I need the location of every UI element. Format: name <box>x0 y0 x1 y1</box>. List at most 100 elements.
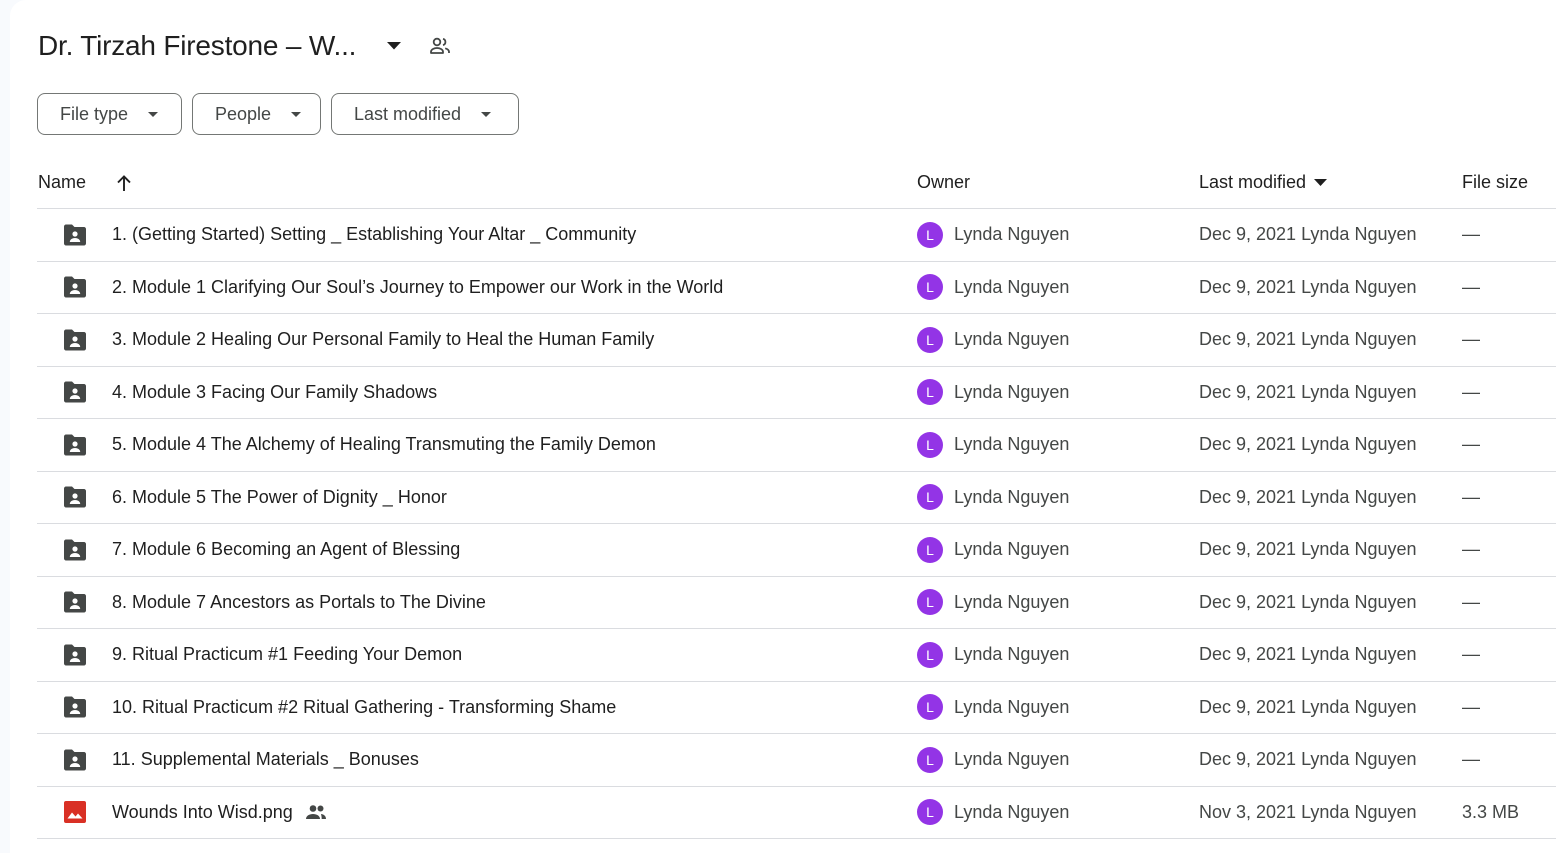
file-size-column-header: File size <box>1462 172 1528 193</box>
owner-name: Lynda Nguyen <box>954 381 1070 402</box>
shared-folder-icon <box>64 381 86 403</box>
file-icon-cell <box>61 472 89 524</box>
caret-down-icon <box>148 111 159 117</box>
shared-folder-icon <box>64 224 86 246</box>
owner-cell: L Lynda Nguyen <box>917 262 1069 314</box>
last-modified-column-label: Last modified <box>1199 172 1307 192</box>
owner-name: Lynda Nguyen <box>954 801 1070 822</box>
people-filter[interactable]: People <box>192 93 321 135</box>
table-body: 1. (Getting Started) Setting _ Establish… <box>37 209 1556 839</box>
file-name-cell[interactable]: 2. Module 1 Clarifying Our Soul’s Journe… <box>112 262 723 314</box>
file-name: 10. Ritual Practicum #2 Ritual Gathering… <box>112 696 617 717</box>
owner-name: Lynda Nguyen <box>954 591 1070 612</box>
caret-down-icon <box>291 111 302 117</box>
main-panel: Dr. Tirzah Firestone – W... File type Pe… <box>10 0 1556 853</box>
folder-menu-button[interactable] <box>378 30 410 62</box>
page-title[interactable]: Dr. Tirzah Firestone – W... <box>38 30 356 62</box>
table-row[interactable]: 3. Module 2 Healing Our Personal Family … <box>37 314 1556 367</box>
arrow-up-icon[interactable] <box>116 174 132 192</box>
file-name-cell[interactable]: 1. (Getting Started) Setting _ Establish… <box>112 209 636 261</box>
caret-down-icon <box>481 111 492 117</box>
table-row[interactable]: 4. Module 3 Facing Our Family Shadows L Ly… <box>37 367 1556 419</box>
file-size-cell: 3.3 MB <box>1462 801 1520 822</box>
file-icon-cell <box>61 734 89 786</box>
avatar: L <box>917 536 943 563</box>
file-name: 8. Module 7 Ancestors as Portals to The … <box>112 591 486 612</box>
table-row[interactable]: 2. Module 1 Clarifying Our Soul’s Journe… <box>37 262 1556 314</box>
file-size-cell: — <box>1462 224 1480 245</box>
owner-name: Lynda Nguyen <box>954 486 1070 507</box>
name-column-header[interactable]: Name <box>38 172 132 193</box>
last-modified-cell: Dec 9, 2021 Lynda Nguyen <box>1199 224 1417 245</box>
table-row[interactable]: 1. (Getting Started) Setting _ Establish… <box>37 209 1556 262</box>
last-modified-filter[interactable]: Last modified <box>331 93 519 135</box>
owner-name: Lynda Nguyen <box>954 434 1070 455</box>
file-name-cell[interactable]: 7. Module 6 Becoming an Agent of Blessin… <box>112 524 460 576</box>
file-size-cell: — <box>1462 749 1480 770</box>
avatar: L <box>917 746 943 773</box>
avatar: L <box>917 694 943 721</box>
last-modified-cell: Dec 9, 2021 Lynda Nguyen <box>1199 381 1417 402</box>
file-icon-cell <box>61 524 89 576</box>
last-modified-cell: Dec 9, 2021 Lynda Nguyen <box>1199 276 1417 297</box>
file-size-column-label: File size <box>1462 172 1529 192</box>
image-file-icon <box>64 801 86 824</box>
last-modified-cell: Dec 9, 2021 Lynda Nguyen <box>1199 539 1417 560</box>
table-row[interactable]: 10. Ritual Practicum #2 Ritual Gathering… <box>37 682 1556 734</box>
last-modified-cell: Dec 9, 2021 Lynda Nguyen <box>1199 749 1417 770</box>
file-size-cell: — <box>1462 591 1480 612</box>
table-row[interactable]: 7. Module 6 Becoming an Agent of Blessin… <box>37 524 1556 577</box>
table-row[interactable]: 11. Supplemental Materials _ Bonuses L Lyn… <box>37 734 1556 787</box>
file-name: 11. Supplemental Materials _ Bonuses <box>112 749 419 770</box>
last-modified-cell: Dec 9, 2021 Lynda Nguyen <box>1199 329 1417 350</box>
table-row[interactable]: Wounds Into Wisd.png L Lynda Nguyen Nov 3,… <box>37 787 1556 839</box>
file-name-cell[interactable]: 4. Module 3 Facing Our Family Shadows <box>112 367 437 419</box>
shared-folder-icon <box>64 329 86 351</box>
file-size-cell: — <box>1462 381 1480 402</box>
owner-cell: L Lynda Nguyen <box>917 524 1069 576</box>
file-name-cell[interactable]: 9. Ritual Practicum #1 Feeding Your Demo… <box>112 629 462 681</box>
file-size-cell: — <box>1462 276 1480 297</box>
file-name-cell[interactable]: Wounds Into Wisd.png <box>112 787 327 839</box>
file-icon-cell <box>61 314 89 366</box>
owner-cell: L Lynda Nguyen <box>917 472 1069 524</box>
last-modified-column-header[interactable]: Last modified <box>1199 172 1328 193</box>
file-list: Name Owner Last modified File size 1. (G… <box>37 157 1556 839</box>
file-name-cell[interactable]: 6. Module 5 The Power of Dignity _ Honor <box>112 472 447 524</box>
file-name-cell[interactable]: 10. Ritual Practicum #2 Ritual Gathering… <box>112 682 616 734</box>
file-name-cell[interactable]: 11. Supplemental Materials _ Bonuses <box>112 734 419 786</box>
owner-cell: L Lynda Nguyen <box>917 419 1069 471</box>
last-modified-cell: Nov 3, 2021 Lynda Nguyen <box>1199 801 1417 822</box>
file-name: 5. Module 4 The Alchemy of Healing Trans… <box>112 434 656 455</box>
file-type-filter[interactable]: File type <box>37 93 182 135</box>
avatar: L <box>917 221 943 248</box>
file-icon-cell <box>61 682 89 734</box>
file-name-cell[interactable]: 3. Module 2 Healing Our Personal Family … <box>112 314 654 366</box>
table-row[interactable]: 5. Module 4 The Alchemy of Healing Trans… <box>37 419 1556 472</box>
shared-folder-icon <box>64 591 86 613</box>
file-name: 9. Ritual Practicum #1 Feeding Your Demo… <box>112 644 463 665</box>
table-row[interactable]: 9. Ritual Practicum #1 Feeding Your Demo… <box>37 629 1556 682</box>
file-name: 4. Module 3 Facing Our Family Shadows <box>112 381 438 402</box>
owner-cell: L Lynda Nguyen <box>917 787 1069 839</box>
table-row[interactable]: 6. Module 5 The Power of Dignity _ Honor… <box>37 472 1556 524</box>
file-name-cell[interactable]: 5. Module 4 The Alchemy of Healing Trans… <box>112 419 656 471</box>
shared-folder-button[interactable] <box>424 30 456 62</box>
owner-name: Lynda Nguyen <box>954 329 1070 350</box>
shared-folder-icon <box>64 696 86 718</box>
file-icon-cell <box>61 629 89 681</box>
file-name-cell[interactable]: 8. Module 7 Ancestors as Portals to The … <box>112 577 486 629</box>
shared-folder-icon <box>64 749 86 771</box>
owner-name: Lynda Nguyen <box>954 644 1070 665</box>
table-row[interactable]: 8. Module 7 Ancestors as Portals to The … <box>37 577 1556 629</box>
last-modified-cell: Dec 9, 2021 Lynda Nguyen <box>1199 644 1417 665</box>
file-icon-cell <box>61 787 89 839</box>
owner-name: Lynda Nguyen <box>954 224 1070 245</box>
last-modified-cell: Dec 9, 2021 Lynda Nguyen <box>1199 696 1417 717</box>
avatar: L <box>917 431 943 458</box>
owner-name: Lynda Nguyen <box>954 749 1070 770</box>
shared-folder-icon <box>64 539 86 561</box>
file-name: 1. (Getting Started) Setting _ Establish… <box>112 224 637 245</box>
file-icon-cell <box>61 262 89 314</box>
avatar: L <box>917 484 943 511</box>
